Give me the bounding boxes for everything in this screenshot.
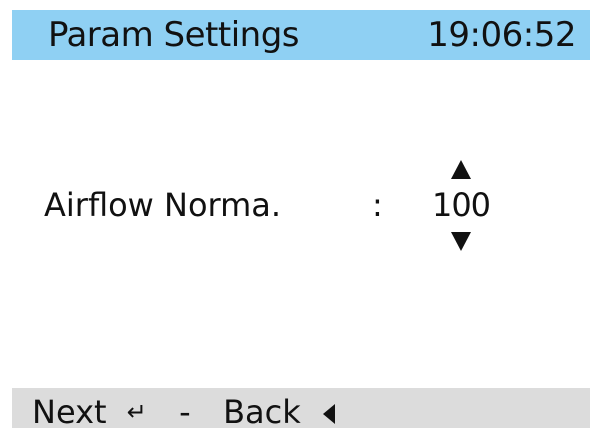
next-label: Next <box>32 393 107 431</box>
triangle-down-icon[interactable] <box>451 232 471 251</box>
back-label: Back <box>223 393 301 431</box>
key-hint: Next ↵ - Back <box>32 392 335 432</box>
triangle-up-icon[interactable] <box>451 160 471 179</box>
device-screen: Param Settings 19:06:52 Airflow Norma. :… <box>0 0 603 431</box>
triangle-left-icon <box>322 404 335 424</box>
page-title: Param Settings <box>48 15 300 55</box>
key-hint-bar: Next ↵ - Back <box>12 388 590 431</box>
hint-dash: - <box>179 393 191 431</box>
title-bar: Param Settings 19:06:52 <box>12 10 590 60</box>
parameter-value[interactable]: 100 <box>424 180 498 230</box>
parameter-separator: : <box>372 186 383 224</box>
enter-icon: ↵ <box>126 398 147 426</box>
parameter-row: Airflow Norma. : 100 <box>0 180 603 230</box>
clock: 19:06:52 <box>427 15 576 55</box>
parameter-label: Airflow Norma. <box>44 186 282 224</box>
